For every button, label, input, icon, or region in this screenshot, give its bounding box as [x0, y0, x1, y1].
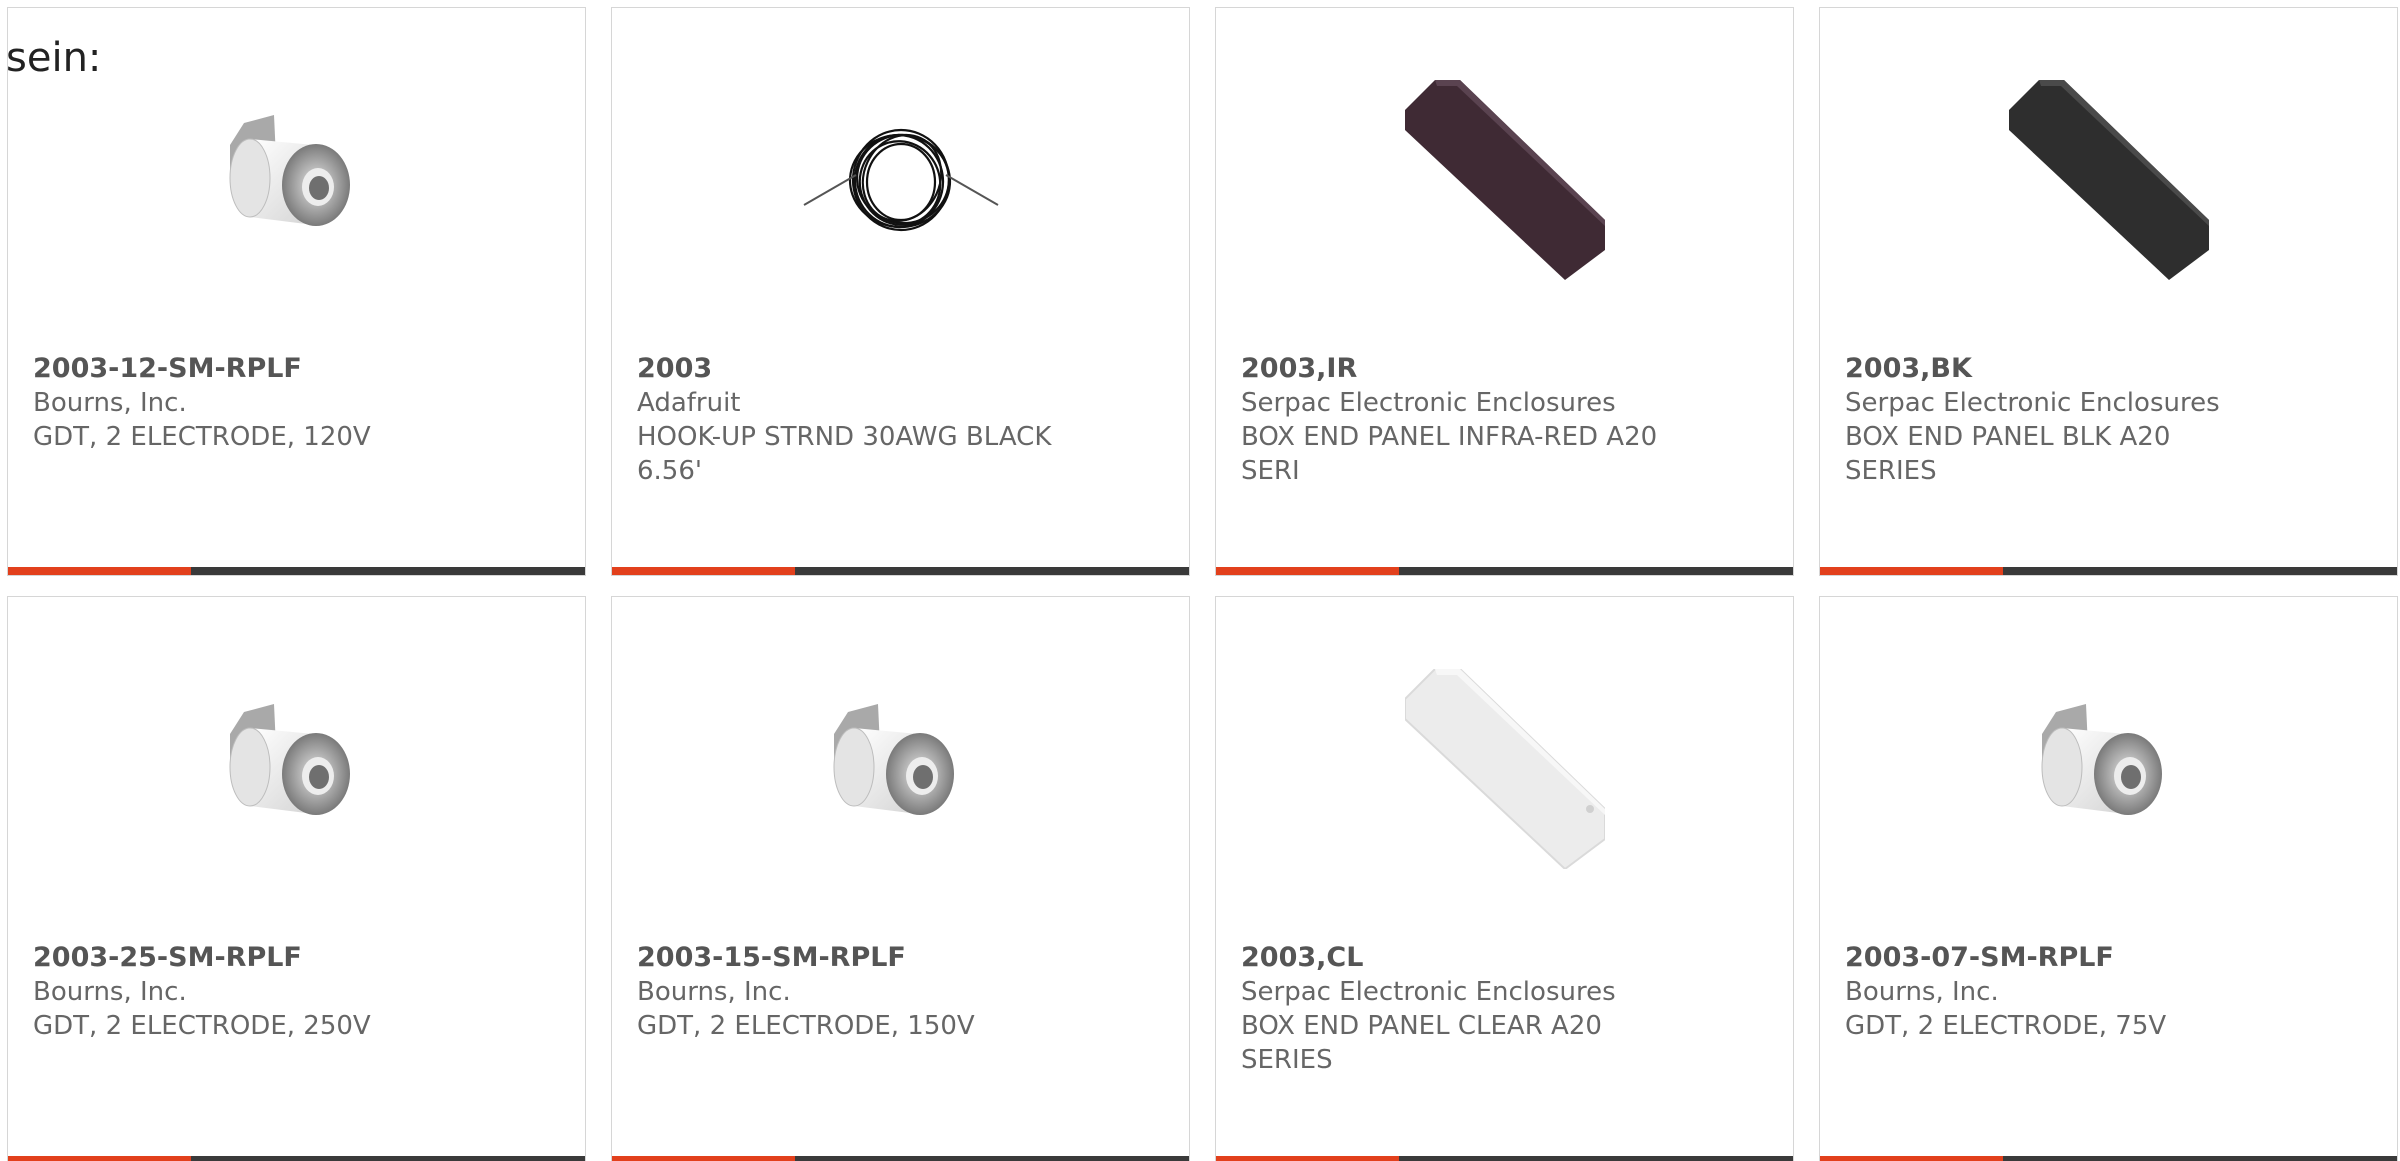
end-panel-icon — [1404, 669, 1605, 869]
card-bar — [1216, 1156, 1793, 1161]
product-info: 2003 Adafruit HOOK-UP STRND 30AWG BLACK … — [637, 352, 1164, 488]
product-card[interactable]: 2003-25-SM-RPLF Bourns, Inc. GDT, 2 ELEC… — [7, 596, 586, 1161]
product-image[interactable] — [167, 50, 427, 310]
end-panel-icon — [2008, 80, 2209, 280]
product-card[interactable]: 2003 Adafruit HOOK-UP STRND 30AWG BLACK … — [611, 7, 1190, 576]
manufacturer: Serpac Electronic Enclosures — [1845, 388, 2220, 418]
manufacturer: Adafruit — [637, 388, 741, 418]
card-bar-accent — [8, 567, 191, 575]
product-image[interactable] — [1979, 639, 2239, 899]
product-card[interactable]: 2003-07-SM-RPLF Bourns, Inc. GDT, 2 ELEC… — [1819, 596, 2398, 1161]
card-bar-accent — [8, 1156, 191, 1161]
product-description: GDT, 2 ELECTRODE, 150V — [637, 1011, 975, 1041]
gas-discharge-tube-icon — [229, 115, 350, 226]
product-description: HOOK-UP STRND 30AWG BLACK 6.56' — [637, 422, 1052, 486]
product-description: BOX END PANEL BLK A20 SERIES — [1845, 422, 2171, 486]
part-number[interactable]: 2003-25-SM-RPLF — [33, 941, 560, 975]
product-description: BOX END PANEL CLEAR A20 SERIES — [1241, 1011, 1602, 1075]
lead-text: sein: — [6, 35, 102, 81]
manufacturer: Serpac Electronic Enclosures — [1241, 388, 1616, 418]
end-panel-icon — [1404, 80, 1605, 280]
manufacturer: Serpac Electronic Enclosures — [1241, 977, 1616, 1007]
card-bar-accent — [1820, 567, 2003, 575]
part-number[interactable]: 2003,IR — [1241, 352, 1768, 386]
part-number[interactable]: 2003-15-SM-RPLF — [637, 941, 1164, 975]
part-number[interactable]: 2003,BK — [1845, 352, 2372, 386]
product-card[interactable]: 2003-15-SM-RPLF Bourns, Inc. GDT, 2 ELEC… — [611, 596, 1190, 1161]
gas-discharge-tube-icon — [2041, 704, 2162, 815]
product-info: 2003-12-SM-RPLF Bourns, Inc. GDT, 2 ELEC… — [33, 352, 560, 454]
wire-coil-icon — [803, 128, 998, 232]
product-grid-page: sein: 2003-12-SM-RPLF Bourns, Inc. GDT, … — [0, 0, 2400, 1161]
part-number[interactable]: 2003 — [637, 352, 1164, 386]
card-bar-accent — [1216, 1156, 1399, 1161]
product-description: BOX END PANEL INFRA-RED A20 SERI — [1241, 422, 1658, 486]
product-image[interactable] — [1979, 50, 2239, 310]
card-bar — [1820, 567, 2397, 575]
product-description: GDT, 2 ELECTRODE, 75V — [1845, 1011, 2167, 1041]
manufacturer: Bourns, Inc. — [33, 388, 187, 418]
product-image[interactable] — [1375, 50, 1635, 310]
card-bar-accent — [1820, 1156, 2003, 1161]
gas-discharge-tube-icon — [833, 704, 954, 815]
card-bar — [1820, 1156, 2397, 1161]
card-bar — [612, 1156, 1189, 1161]
product-image[interactable] — [167, 639, 427, 899]
product-info: 2003-25-SM-RPLF Bourns, Inc. GDT, 2 ELEC… — [33, 941, 560, 1043]
product-info: 2003,CL Serpac Electronic Enclosures BOX… — [1241, 941, 1768, 1077]
product-grid: 2003-12-SM-RPLF Bourns, Inc. GDT, 2 ELEC… — [7, 7, 2398, 1161]
part-number[interactable]: 2003-12-SM-RPLF — [33, 352, 560, 386]
manufacturer: Bourns, Inc. — [1845, 977, 1999, 1007]
product-image[interactable] — [771, 50, 1031, 310]
product-info: 2003-15-SM-RPLF Bourns, Inc. GDT, 2 ELEC… — [637, 941, 1164, 1043]
part-number[interactable]: 2003-07-SM-RPLF — [1845, 941, 2372, 975]
card-bar — [612, 567, 1189, 575]
product-description: GDT, 2 ELECTRODE, 250V — [33, 1011, 371, 1041]
card-bar-accent — [1216, 567, 1399, 575]
card-bar — [8, 567, 585, 575]
product-image[interactable] — [771, 639, 1031, 899]
product-card[interactable]: 2003,CL Serpac Electronic Enclosures BOX… — [1215, 596, 1794, 1161]
product-card[interactable]: 2003-12-SM-RPLF Bourns, Inc. GDT, 2 ELEC… — [7, 7, 586, 576]
product-info: 2003,IR Serpac Electronic Enclosures BOX… — [1241, 352, 1768, 488]
gas-discharge-tube-icon — [229, 704, 350, 815]
card-bar-accent — [612, 1156, 795, 1161]
part-number[interactable]: 2003,CL — [1241, 941, 1768, 975]
manufacturer: Bourns, Inc. — [637, 977, 791, 1007]
product-info: 2003,BK Serpac Electronic Enclosures BOX… — [1845, 352, 2372, 488]
product-description: GDT, 2 ELECTRODE, 120V — [33, 422, 371, 452]
manufacturer: Bourns, Inc. — [33, 977, 187, 1007]
card-bar-accent — [612, 567, 795, 575]
card-bar — [8, 1156, 585, 1161]
product-card[interactable]: 2003,IR Serpac Electronic Enclosures BOX… — [1215, 7, 1794, 576]
product-image[interactable] — [1375, 639, 1635, 899]
card-bar — [1216, 567, 1793, 575]
product-card[interactable]: 2003,BK Serpac Electronic Enclosures BOX… — [1819, 7, 2398, 576]
product-info: 2003-07-SM-RPLF Bourns, Inc. GDT, 2 ELEC… — [1845, 941, 2372, 1043]
